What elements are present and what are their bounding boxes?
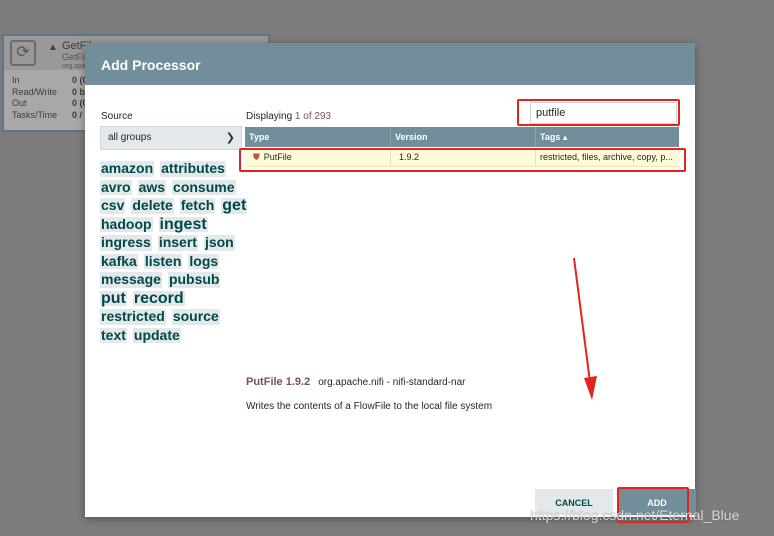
tag-insert[interactable]: insert <box>157 234 198 251</box>
result-count-prefix: Displaying <box>246 111 295 122</box>
tag-attributes[interactable]: attributes <box>160 160 226 177</box>
result-count: Displaying 1 of 293 <box>246 111 331 122</box>
tag-restricted[interactable]: restricted <box>100 308 166 325</box>
column-header-type[interactable]: Type <box>245 127 391 147</box>
cell-tags: restricted, files, archive, copy, p... <box>540 152 673 162</box>
source-label: Source <box>101 111 133 122</box>
shield-icon: ⛊ <box>253 152 260 162</box>
tag-fetch[interactable]: fetch <box>179 197 216 214</box>
tag-json[interactable]: json <box>203 234 235 251</box>
stat-label: Out <box>12 98 27 108</box>
add-processor-dialog: Add Processor Source all groups ❯ amazon… <box>85 43 696 517</box>
cell-type: ⛊ PutFile <box>245 148 391 166</box>
tag-ingress[interactable]: ingress <box>100 234 152 251</box>
source-select[interactable]: all groups ❯ <box>100 126 242 150</box>
tag-listen[interactable]: listen <box>143 253 183 269</box>
cell-version: 1.9.2 <box>391 148 536 166</box>
stat-label: In <box>12 75 20 85</box>
tag-message[interactable]: message <box>100 271 162 288</box>
cell-type-text: PutFile <box>263 152 292 162</box>
tag-get[interactable]: get <box>221 198 248 214</box>
tag-kafka[interactable]: kafka <box>100 253 138 269</box>
tag-hadoop[interactable]: hadoop <box>100 216 153 232</box>
result-count-value: 1 of 293 <box>294 111 332 122</box>
column-header-version[interactable]: Version <box>391 127 536 147</box>
tag-amazon[interactable]: amazon <box>100 160 155 177</box>
table-row[interactable]: ⛊ PutFile 1.9.2 restricted, files, archiv… <box>245 148 679 167</box>
tag-delete[interactable]: delete <box>131 197 174 214</box>
tag-text[interactable]: text <box>100 327 127 343</box>
tag-record[interactable]: record <box>132 290 185 306</box>
processor-stats: In 0 (0 Read/Write 0 by Out 0 (0 Tasks/Time… <box>12 75 90 121</box>
processor-bundle: org.apa <box>62 63 86 70</box>
column-header-tags[interactable]: Tags ▴ <box>536 127 679 147</box>
tag-pubsub[interactable]: pubsub <box>167 271 221 288</box>
chevron-down-icon: ❯ <box>225 132 235 144</box>
warning-icon: ▲ <box>48 42 58 53</box>
tag-logs[interactable]: logs <box>188 253 220 269</box>
processor-detail-bundle: org.apache.nifi - nifi-standard-nar <box>318 377 466 388</box>
tag-source[interactable]: source <box>171 308 220 325</box>
source-select-value: all groups <box>108 132 152 143</box>
watermark: https://blog.csdn.net/Eternal_Blue <box>530 507 740 523</box>
tag-ingest[interactable]: ingest <box>158 216 208 232</box>
tag-cloud: amazon attributes avro aws consume csv delete f… <box>100 160 250 343</box>
stat-label: Read/Write <box>12 86 57 97</box>
processor-detail-description: Writes the contents of a FlowFile to the… <box>246 401 493 412</box>
stat-label: Tasks/Time <box>12 109 58 120</box>
processor-filter-input[interactable] <box>530 102 677 124</box>
tag-consume[interactable]: consume <box>172 179 236 195</box>
tag-put[interactable]: put <box>100 290 127 306</box>
processor-table-header: Type Version Tags ▴ <box>245 127 679 147</box>
tag-avro[interactable]: avro <box>100 179 132 195</box>
tag-aws[interactable]: aws <box>137 179 167 195</box>
tag-update[interactable]: update <box>132 327 181 343</box>
processor-detail-title: PutFile 1.9.2 org.apache.nifi - nifi-stan… <box>246 376 466 388</box>
processor-detail-name: PutFile 1.9.2 <box>246 376 311 388</box>
processor-icon: ⟳ <box>10 40 36 66</box>
dialog-header: Add Processor <box>85 43 695 85</box>
dialog-title: Add Processor <box>101 57 201 73</box>
tag-csv[interactable]: csv <box>100 197 126 214</box>
